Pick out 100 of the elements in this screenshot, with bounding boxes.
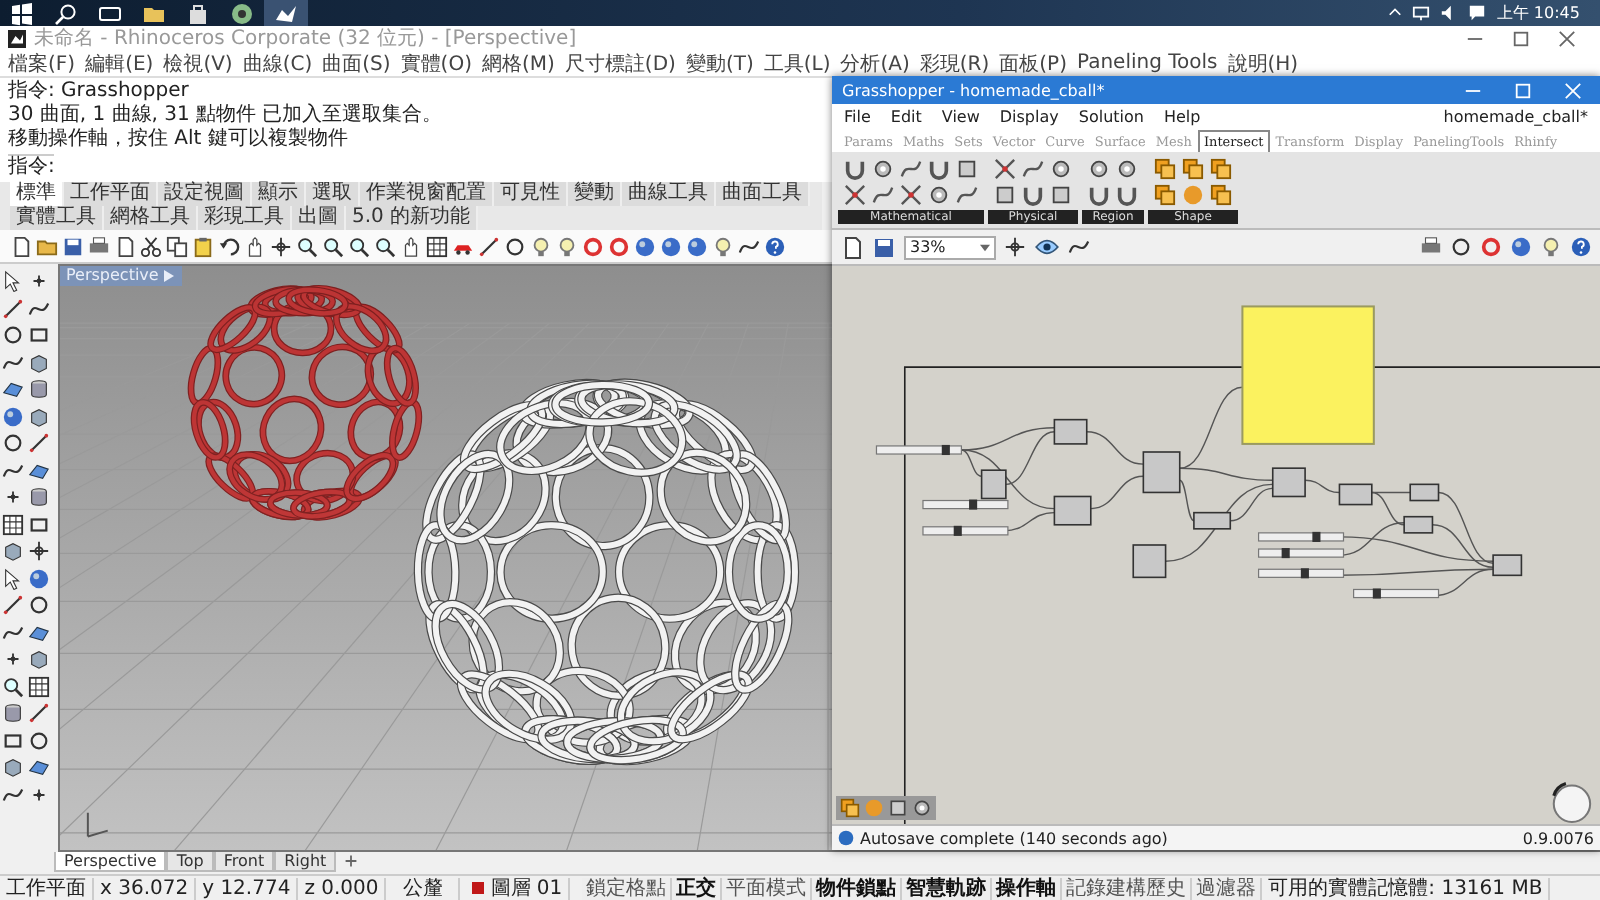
hand-icon[interactable] bbox=[244, 235, 266, 257]
viewport-tab[interactable]: Perspective bbox=[54, 852, 167, 872]
slider-thumb[interactable] bbox=[953, 525, 962, 536]
line-icon[interactable] bbox=[2, 297, 24, 319]
surface-icon[interactable] bbox=[2, 378, 24, 400]
printer-icon[interactable] bbox=[88, 235, 110, 257]
toolbar-tab[interactable]: 5.0 的新功能 bbox=[346, 206, 479, 230]
box-icon[interactable] bbox=[2, 756, 24, 778]
ring-icon[interactable] bbox=[1480, 236, 1502, 258]
folder-icon[interactable] bbox=[36, 235, 58, 257]
magnet-icon[interactable] bbox=[844, 158, 866, 180]
box-icon[interactable] bbox=[28, 351, 50, 373]
menu-item[interactable]: View bbox=[941, 107, 980, 125]
cylinder-icon[interactable] bbox=[2, 702, 24, 724]
status-toggle[interactable]: 操作軸 bbox=[992, 877, 1063, 899]
sphere-icon[interactable] bbox=[686, 235, 708, 257]
help-icon[interactable] bbox=[1570, 236, 1592, 258]
magnet-icon[interactable] bbox=[1088, 184, 1110, 206]
curve-icon[interactable] bbox=[956, 184, 978, 206]
document-icon[interactable] bbox=[840, 235, 864, 259]
curve-icon[interactable] bbox=[28, 297, 50, 319]
windows-logo-icon[interactable] bbox=[10, 1, 34, 25]
toolbar-tab[interactable]: 工作平面 bbox=[64, 182, 158, 206]
point-icon[interactable] bbox=[28, 270, 50, 292]
menu-item[interactable]: Paneling Tools bbox=[1077, 52, 1218, 74]
lightbulb-icon[interactable] bbox=[1540, 236, 1562, 258]
menu-item[interactable]: 彩現(R) bbox=[919, 49, 990, 77]
menu-item[interactable]: 曲面(S) bbox=[322, 49, 391, 77]
status-toggle[interactable]: 智慧軌跡 bbox=[902, 877, 993, 899]
printer-icon[interactable] bbox=[1420, 236, 1442, 258]
component-node[interactable] bbox=[1053, 418, 1088, 445]
search-icon[interactable] bbox=[54, 1, 78, 25]
slider-thumb[interactable] bbox=[941, 444, 950, 456]
magnet-icon[interactable] bbox=[1022, 184, 1044, 206]
point-icon[interactable] bbox=[2, 648, 24, 670]
menu-item[interactable]: 實體(O) bbox=[400, 49, 472, 77]
lightbulb-icon[interactable] bbox=[712, 235, 734, 257]
menu-item[interactable]: Display bbox=[999, 107, 1059, 125]
line-icon[interactable] bbox=[28, 702, 50, 724]
magnifier-icon[interactable] bbox=[374, 235, 396, 257]
component-node[interactable] bbox=[1403, 515, 1434, 534]
curve-icon[interactable] bbox=[738, 235, 760, 257]
menu-item[interactable]: 變動(T) bbox=[685, 49, 754, 77]
rectangle-icon[interactable] bbox=[28, 324, 50, 346]
status-toggle[interactable]: 物件鎖點 bbox=[812, 877, 903, 899]
clipboard-icon[interactable] bbox=[192, 235, 214, 257]
scissors-icon[interactable] bbox=[140, 235, 162, 257]
menu-item[interactable]: Solution bbox=[1078, 107, 1144, 125]
component-node[interactable] bbox=[1338, 483, 1373, 506]
crossed-lines-icon[interactable] bbox=[900, 184, 922, 206]
arrow-icon[interactable] bbox=[2, 567, 24, 589]
menu-item[interactable]: 檔案(F) bbox=[8, 49, 76, 77]
copy-icon[interactable] bbox=[166, 235, 188, 257]
menu-item[interactable]: File bbox=[844, 107, 871, 125]
surface-icon[interactable] bbox=[28, 459, 50, 481]
curve-icon[interactable] bbox=[2, 459, 24, 481]
magnet-icon[interactable] bbox=[1116, 184, 1138, 206]
cylinder-icon[interactable] bbox=[28, 378, 50, 400]
cylinder-icon[interactable] bbox=[28, 486, 50, 508]
menu-item[interactable]: 曲線(C) bbox=[242, 49, 313, 77]
circle-icon[interactable] bbox=[2, 324, 24, 346]
toolbar-tab[interactable]: 網格工具 bbox=[104, 206, 198, 230]
menu-item[interactable]: 網格(M) bbox=[481, 49, 555, 77]
maximize-icon[interactable] bbox=[1512, 29, 1530, 47]
grid-icon[interactable] bbox=[2, 513, 24, 535]
number-slider[interactable] bbox=[1258, 531, 1345, 542]
menu-item[interactable]: 編輯(E) bbox=[85, 49, 154, 77]
status-toggle[interactable]: 記錄建構歷史 bbox=[1062, 877, 1193, 899]
sphere-icon[interactable] bbox=[1510, 236, 1532, 258]
undo-icon[interactable] bbox=[218, 235, 240, 257]
toolbar-tab[interactable]: 設定視圖 bbox=[158, 182, 252, 206]
sphere-icon[interactable] bbox=[660, 235, 682, 257]
component-node[interactable] bbox=[1271, 467, 1306, 498]
viewport-tab[interactable]: Right bbox=[274, 852, 337, 872]
grid-icon[interactable] bbox=[28, 675, 50, 697]
line-icon[interactable] bbox=[2, 594, 24, 616]
curve-icon[interactable] bbox=[1022, 158, 1044, 180]
rectangle-icon[interactable] bbox=[2, 729, 24, 751]
rectangle-icon[interactable] bbox=[28, 513, 50, 535]
grid-icon[interactable] bbox=[426, 235, 448, 257]
circle-icon[interactable] bbox=[504, 235, 526, 257]
number-slider[interactable] bbox=[922, 499, 1009, 510]
circle-icon[interactable] bbox=[28, 594, 50, 616]
circle-icon[interactable] bbox=[28, 729, 50, 751]
save-icon[interactable] bbox=[62, 235, 84, 257]
help-icon[interactable] bbox=[764, 235, 786, 257]
slider-thumb[interactable] bbox=[969, 499, 978, 510]
toolbar-tab[interactable]: 作業視窗配置 bbox=[360, 182, 494, 206]
line-icon[interactable] bbox=[478, 235, 500, 257]
toolbar-tab[interactable]: 變動 bbox=[568, 182, 622, 206]
component-node[interactable] bbox=[1132, 544, 1167, 579]
magnifier-icon[interactable] bbox=[296, 235, 318, 257]
slider-thumb[interactable] bbox=[1300, 568, 1309, 579]
toolbar-tab[interactable]: 曲線工具 bbox=[622, 182, 716, 206]
component-node[interactable] bbox=[1142, 451, 1181, 494]
toolbar-tab[interactable]: 實體工具 bbox=[10, 206, 104, 230]
lightbulb-icon[interactable] bbox=[556, 235, 578, 257]
status-toggle[interactable]: 正交 bbox=[672, 877, 723, 899]
point-icon[interactable] bbox=[2, 486, 24, 508]
magnifier-icon[interactable] bbox=[322, 235, 344, 257]
